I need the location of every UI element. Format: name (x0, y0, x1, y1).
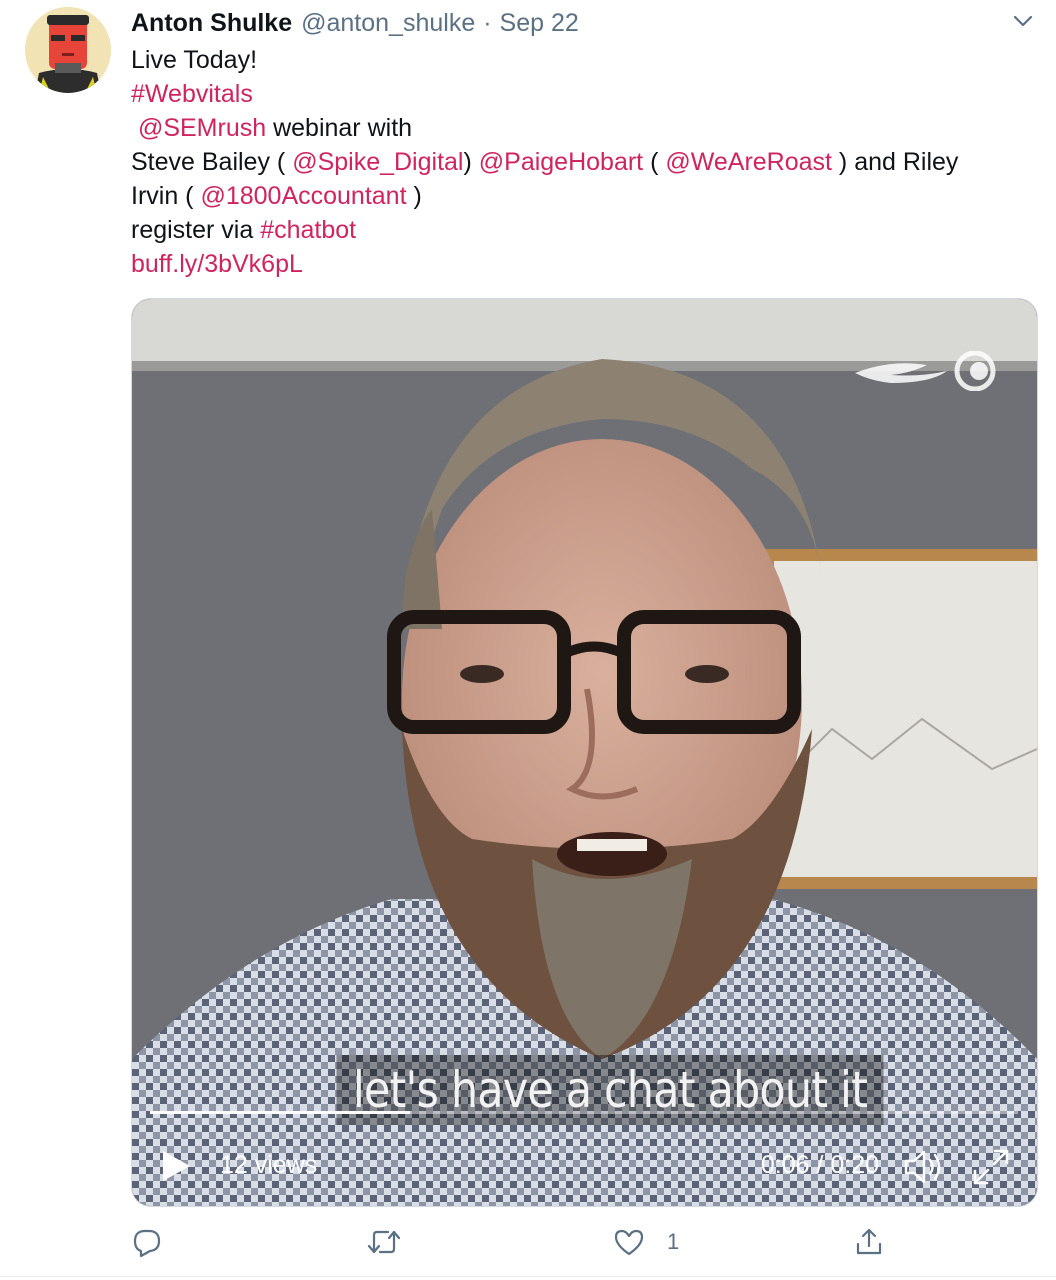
action-bar: 1 (131, 1220, 1036, 1264)
text-paren-open: ( (643, 148, 666, 176)
text-line-4: Steve Bailey ( @Spike_Digital) @PaigeHob… (131, 145, 1031, 179)
playback-time: 0:06 / 0:20 (760, 1151, 879, 1179)
text-line-5: Irvin ( @1800Accountant ) (131, 179, 1031, 213)
semrush-logo (851, 350, 1001, 396)
text-and-riley: ) and Riley (831, 148, 959, 176)
author-name[interactable]: Anton Shulke (131, 9, 292, 38)
hashtag-chatbot[interactable]: #chatbot (260, 216, 356, 244)
heart-icon (613, 1226, 645, 1258)
play-icon[interactable] (160, 1149, 192, 1183)
volume-icon[interactable] (903, 1147, 945, 1187)
mention-1800-accountant[interactable]: @1800Accountant (200, 182, 406, 210)
text-irvin: Irvin ( (131, 182, 201, 210)
retweet-icon (366, 1226, 402, 1258)
avatar[interactable] (25, 7, 111, 93)
progress-bar[interactable] (150, 1111, 1018, 1114)
text-line-2: #Webvitals (131, 77, 1031, 111)
text-live-today: Live Today! (131, 46, 258, 74)
reply-icon (131, 1226, 163, 1258)
progress-fill (150, 1111, 411, 1114)
tweet: Anton Shulke @anton_shulke · Sep 22 Live… (0, 0, 1056, 1280)
text-webinar-with: webinar with (266, 114, 413, 142)
video-player[interactable]: let's have a chat about it 12 views 0:06… (131, 298, 1038, 1207)
view-count: 12 views (220, 1151, 318, 1179)
fullscreen-icon[interactable] (971, 1147, 1011, 1187)
text-paren-close: ) (463, 148, 479, 176)
short-link[interactable]: buff.ly/3bVk6pL (131, 250, 303, 278)
divider (0, 1276, 1056, 1277)
text-register-via: register via (131, 216, 261, 244)
reply-button[interactable] (131, 1220, 163, 1264)
mention-paige-hobart[interactable]: @PaigeHobart (479, 148, 643, 176)
tweet-text: Live Today! #Webvitals @SEMrush webinar … (131, 43, 1031, 281)
tweet-date[interactable]: Sep 22 (500, 9, 579, 38)
share-icon (853, 1226, 885, 1258)
retweet-button[interactable] (366, 1220, 402, 1264)
text-line-7: buff.ly/3bVk6pL (131, 247, 1031, 281)
author-handle[interactable]: @anton_shulke (301, 9, 475, 38)
text-line-3: @SEMrush webinar with (131, 111, 1031, 145)
tweet-header: Anton Shulke @anton_shulke · Sep 22 (131, 5, 579, 41)
text-line-6: register via #chatbot (131, 213, 1031, 247)
like-button[interactable]: 1 (613, 1220, 679, 1264)
video-controls: 12 views 0:06 / 0:20 (132, 1145, 1037, 1191)
chevron-down-icon[interactable] (1010, 8, 1036, 34)
text-line-1: Live Today! (131, 43, 1031, 77)
text-paren-close-2: ) (406, 182, 422, 210)
mention-semrush[interactable]: @SEMrush (138, 114, 266, 142)
mention-we-are-roast[interactable]: @WeAreRoast (665, 148, 832, 176)
separator-dot: · (483, 8, 492, 37)
share-button[interactable] (853, 1220, 885, 1264)
like-count: 1 (667, 1229, 680, 1254)
text-steve-bailey: Steve Bailey ( (131, 148, 293, 176)
video-caption: let's have a chat about it (336, 1055, 884, 1125)
mention-spike-digital[interactable]: @Spike_Digital (292, 148, 463, 176)
hashtag-webvitals[interactable]: #Webvitals (131, 80, 253, 108)
